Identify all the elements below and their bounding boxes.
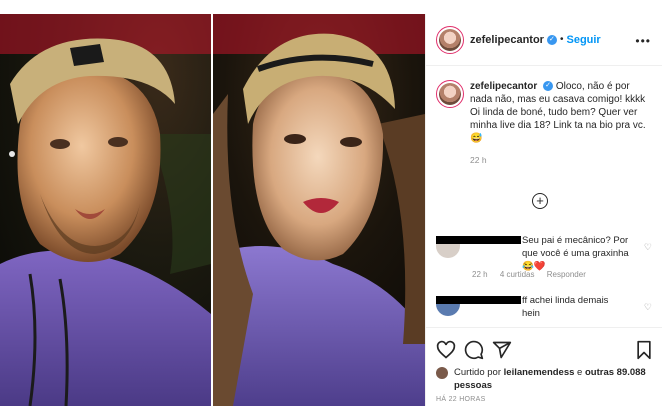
load-more-icon[interactable]: +: [532, 193, 548, 209]
header-username[interactable]: zefelipecantor: [470, 34, 544, 46]
more-options-icon[interactable]: •••: [635, 34, 651, 48]
likes-text: Curtido por leilanemendess e outras 89.0…: [454, 366, 656, 392]
share-icon[interactable]: [492, 340, 512, 360]
comment-text: ff achei linda demais hein: [522, 295, 609, 319]
post-header: zefelipecantor ✓ • Seguir •••: [426, 14, 662, 66]
liker-username[interactable]: leilanemendess: [504, 367, 575, 378]
caption-username[interactable]: zefelipecantor: [470, 81, 537, 92]
photo-left-man: [0, 14, 211, 406]
post-actions: Curtido por leilanemendess e outras 89.0…: [426, 327, 662, 406]
comment-heart-icon[interactable]: ♡: [644, 302, 652, 313]
follow-button[interactable]: Seguir: [566, 34, 600, 46]
liker-avatar[interactable]: [436, 367, 448, 379]
redacted-username: [436, 236, 521, 244]
comment-likes[interactable]: 4 curtidas: [500, 270, 535, 279]
post-photo[interactable]: [0, 14, 425, 406]
comment-text: Seu pai é mecânico? Por que você é uma g…: [522, 235, 629, 272]
comment-time[interactable]: 22 h: [472, 270, 488, 279]
comment-avatar[interactable]: [436, 244, 460, 258]
comment-icon[interactable]: [464, 340, 484, 360]
reply-button[interactable]: Responder: [547, 270, 586, 279]
caption-text: zefelipecantor ✓ Oloco, não é por nada n…: [470, 80, 650, 145]
photo-right-woman: [213, 14, 425, 406]
comment-avatar[interactable]: [436, 304, 460, 316]
caption-timestamp[interactable]: 22 h: [470, 155, 650, 165]
caption-avatar[interactable]: [436, 80, 464, 108]
post-time-ago[interactable]: HÁ 22 HORAS: [436, 396, 486, 403]
verified-icon: ✓: [543, 81, 554, 92]
avatar[interactable]: [436, 25, 464, 54]
likes-middle: e: [577, 367, 583, 378]
likes-prefix: Curtido por: [454, 367, 501, 378]
likes-summary: Curtido por leilanemendess e outras 89.0…: [436, 366, 656, 392]
heart-icon[interactable]: [436, 340, 456, 360]
comment-meta: 22 h 4 curtidas Responder: [472, 270, 596, 279]
comment-heart-icon[interactable]: ♡: [644, 242, 652, 253]
post-side-panel: zefelipecantor ✓ • Seguir ••• zefelipeca…: [425, 14, 662, 406]
bookmark-icon[interactable]: [634, 340, 654, 360]
verified-icon: ✓: [546, 34, 557, 45]
caption: zefelipecantor ✓ Oloco, não é por nada n…: [436, 80, 656, 165]
redacted-username: [436, 296, 521, 304]
separator-dot: •: [559, 34, 564, 45]
